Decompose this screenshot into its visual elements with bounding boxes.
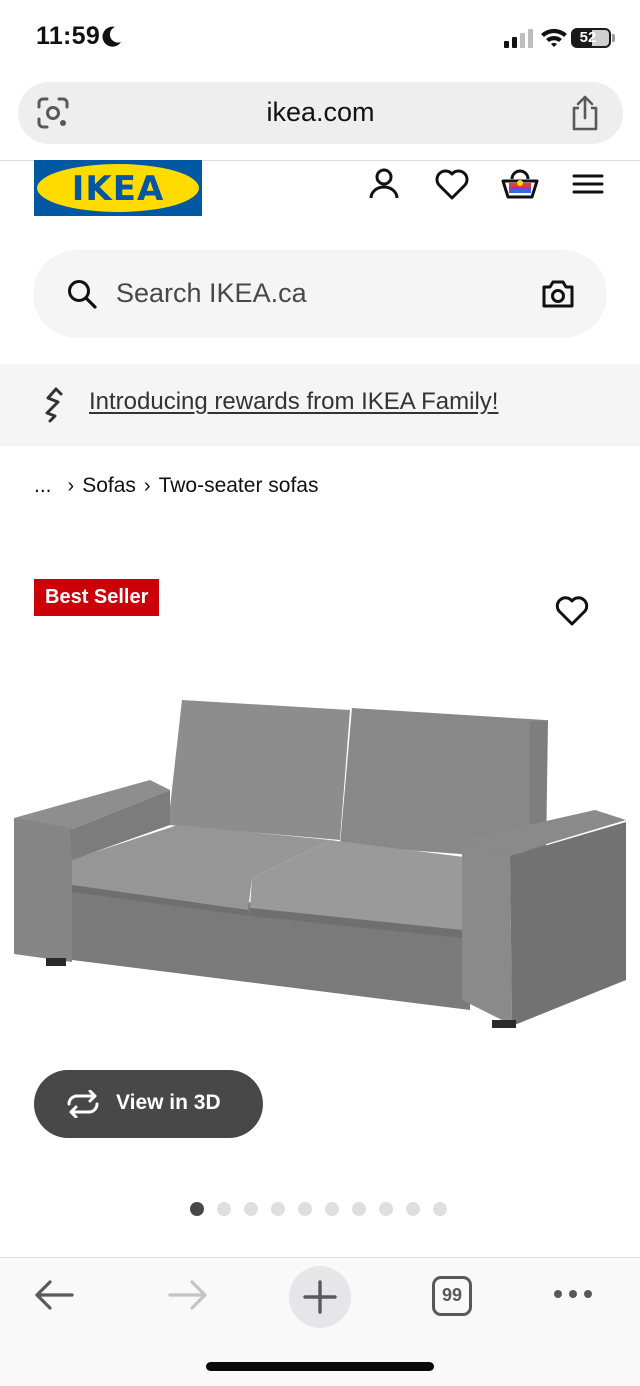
- chevron-right-icon: ›: [143, 474, 151, 497]
- chevron-right-icon: ›: [67, 474, 75, 497]
- breadcrumb-sofas[interactable]: Sofas: [82, 474, 136, 498]
- browser-toolbar: 99: [0, 1258, 640, 1386]
- new-tab-button[interactable]: [289, 1266, 351, 1328]
- breadcrumb: ... › Sofas › Two-seater sofas: [34, 474, 318, 498]
- search-bar[interactable]: Search IKEA.ca: [33, 250, 607, 338]
- plus-icon: [303, 1280, 337, 1314]
- tab-switcher-button[interactable]: 99: [432, 1276, 472, 1316]
- wifi-icon: [541, 28, 567, 47]
- share-icon[interactable]: [569, 94, 601, 132]
- carousel-pagination: [190, 1202, 447, 1216]
- home-indicator: [206, 1362, 434, 1371]
- back-arrow-icon[interactable]: [32, 1278, 76, 1312]
- more-options-icon[interactable]: [552, 1288, 594, 1300]
- carousel-dot[interactable]: [325, 1202, 339, 1216]
- promo-banner: Introducing rewards from IKEA Family!: [0, 364, 640, 446]
- forward-arrow-icon[interactable]: [166, 1278, 210, 1312]
- sofa-product-image[interactable]: [0, 680, 640, 1040]
- search-input[interactable]: Search IKEA.ca: [116, 278, 307, 309]
- logo-text: IKEA: [71, 169, 165, 209]
- best-seller-badge: Best Seller: [34, 579, 160, 616]
- carousel-dot[interactable]: [244, 1202, 258, 1216]
- ikea-logo[interactable]: IKEA: [34, 160, 202, 216]
- battery-icon: 52: [571, 28, 611, 48]
- carousel-dot[interactable]: [433, 1202, 447, 1216]
- search-icon: [68, 280, 97, 309]
- ikea-family-rewards-link[interactable]: Introducing rewards from IKEA Family!: [89, 388, 498, 416]
- tab-count: 99: [441, 1285, 463, 1305]
- carousel-dot[interactable]: [271, 1202, 285, 1216]
- shopping-bag-icon[interactable]: [500, 164, 540, 204]
- heart-icon[interactable]: [432, 164, 472, 204]
- view-in-3d-label: View in 3D: [116, 1091, 221, 1114]
- cellular-signal-icon: [504, 29, 533, 48]
- carousel-dot[interactable]: [298, 1202, 312, 1216]
- breadcrumb-ellipsis[interactable]: ...: [34, 474, 52, 498]
- carousel-dot[interactable]: [190, 1202, 204, 1216]
- carousel-dot[interactable]: [217, 1202, 231, 1216]
- rotate-3d-icon: [67, 1090, 99, 1118]
- moon-icon: [102, 26, 121, 47]
- account-icon[interactable]: [364, 164, 404, 204]
- view-in-3d-button[interactable]: View in 3D: [34, 1070, 263, 1138]
- carousel-dot[interactable]: [352, 1202, 366, 1216]
- hamburger-menu-icon[interactable]: [568, 164, 608, 204]
- favorite-heart-icon[interactable]: [553, 592, 591, 630]
- carousel-dot[interactable]: [406, 1202, 420, 1216]
- status-time: 11:59: [36, 22, 101, 50]
- battery-percentage: 52: [579, 29, 597, 46]
- carousel-dot[interactable]: [379, 1202, 393, 1216]
- breadcrumb-two-seater-sofas[interactable]: Two-seater sofas: [159, 474, 319, 498]
- ikea-family-icon: [45, 387, 63, 423]
- address-bar[interactable]: ikea.com: [18, 82, 623, 144]
- url-text: ikea.com: [266, 97, 375, 127]
- status-bar: 11:59 52: [0, 0, 640, 78]
- camera-icon[interactable]: [541, 277, 575, 311]
